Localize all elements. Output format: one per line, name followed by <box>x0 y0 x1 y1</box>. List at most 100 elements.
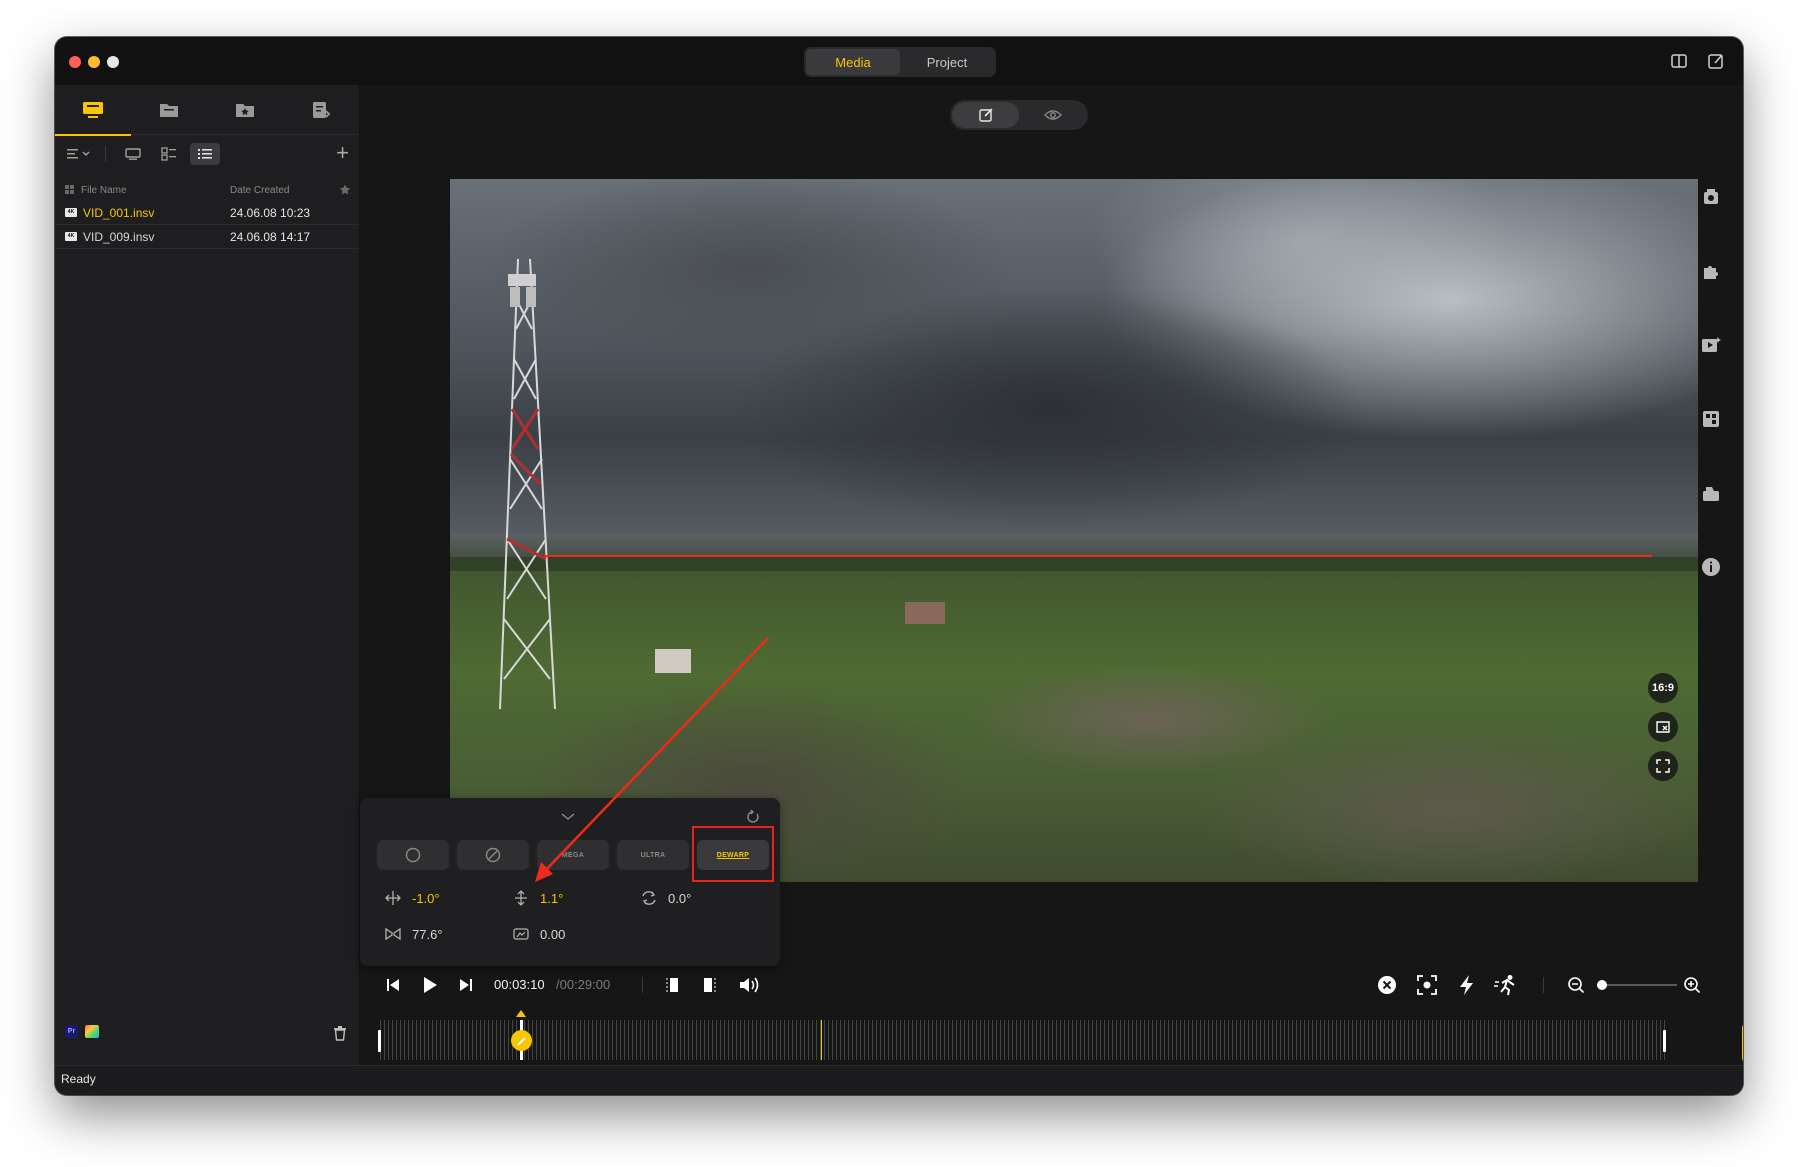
lens-mode-tilted[interactable] <box>457 840 529 870</box>
zoom-out-icon[interactable] <box>1567 976 1585 994</box>
small-building <box>655 649 691 673</box>
preview-mode-button[interactable] <box>1019 102 1086 128</box>
timeline-track[interactable] <box>378 1010 1666 1074</box>
effects-clip-icon[interactable] <box>1700 334 1722 356</box>
roll-value: 0.0° <box>668 890 692 906</box>
file-row[interactable]: 4K VID_001.insv 24.06.08 10:23 <box>55 201 359 225</box>
minimize-window-button[interactable] <box>88 56 100 68</box>
info-icon[interactable] <box>1700 556 1722 578</box>
pan-param[interactable]: -1.0° <box>384 890 440 906</box>
volume-icon[interactable] <box>738 975 760 995</box>
trash-icon[interactable] <box>333 1026 347 1041</box>
export-button[interactable] <box>1742 1023 1743 1063</box>
add-media-button[interactable]: + <box>336 142 349 164</box>
close-window-button[interactable] <box>69 56 81 68</box>
playhead-keyframe-button[interactable] <box>511 1030 532 1051</box>
skip-back-icon[interactable] <box>385 977 401 993</box>
eye-icon <box>1043 110 1062 120</box>
edit-mode-button[interactable] <box>952 102 1019 128</box>
grid-view-button[interactable] <box>154 143 184 165</box>
trim-in-icon[interactable] <box>663 976 681 994</box>
fullscreen-button[interactable] <box>1648 751 1678 781</box>
fullscreen-icon <box>1656 759 1670 773</box>
sidebar-footer: Pr <box>55 1025 359 1065</box>
tab-project[interactable]: Project <box>900 49 994 75</box>
premiere-plugin-icon[interactable]: Pr <box>65 1025 78 1038</box>
4k-badge: 4K <box>65 232 77 241</box>
sidebar-toolbar: + <box>55 135 359 173</box>
ruin-building <box>905 602 945 624</box>
distortion-param[interactable]: 0.00 <box>512 926 565 942</box>
roll-param[interactable]: 0.0° <box>640 890 691 906</box>
trim-start-handle[interactable] <box>378 1030 381 1052</box>
tilt-param[interactable]: 1.1° <box>512 890 563 906</box>
video-preview[interactable]: 16:9 <box>450 179 1698 882</box>
tilt-icon <box>515 890 527 906</box>
keyframe-marker[interactable] <box>821 1020 822 1060</box>
play-icon[interactable] <box>421 976 439 994</box>
trim-end-handle[interactable] <box>1663 1030 1666 1052</box>
zoom-window-button[interactable] <box>107 56 119 68</box>
sort-menu-icon[interactable] <box>65 146 93 162</box>
stabilizer-icon[interactable] <box>1700 482 1722 504</box>
pan-value: -1.0° <box>412 890 440 906</box>
grid-list-icon <box>161 147 176 161</box>
aspect-ratio-button[interactable]: 16:9 <box>1648 673 1678 703</box>
dewarp-highlight-box <box>692 826 774 882</box>
file-row[interactable]: 4K VID_009.insv 24.06.08 14:17 <box>55 225 359 249</box>
flash-speed-icon[interactable] <box>1456 974 1478 996</box>
reset-icon[interactable] <box>745 809 761 825</box>
lens-mode-ultra[interactable]: ULTRA <box>617 840 689 870</box>
tilt-value: 1.1° <box>540 890 564 906</box>
keyframe-edit-icon <box>516 1036 526 1046</box>
favorite-star-icon[interactable] <box>339 184 351 196</box>
zoom-in-icon[interactable] <box>1683 976 1701 994</box>
stormy-sky <box>450 179 1698 549</box>
pan-icon <box>385 891 401 905</box>
titlebar: Media Project <box>55 37 1743 85</box>
track-target-icon[interactable] <box>1416 974 1438 996</box>
crop-reset-button[interactable] <box>1648 712 1678 742</box>
file-name: VID_009.insv <box>83 229 155 244</box>
file-name: VID_001.insv <box>83 205 155 220</box>
clear-effects-icon[interactable] <box>1376 974 1398 996</box>
collapse-chevron-icon[interactable] <box>560 812 576 822</box>
app-window: Media Project + File Name Date Created 4… <box>55 37 1743 1095</box>
roll-icon <box>642 891 656 905</box>
trim-out-icon[interactable] <box>701 976 719 994</box>
export-list-icon <box>313 101 331 118</box>
split-view-icon[interactable] <box>1670 52 1688 70</box>
tab-folders[interactable] <box>131 85 207 135</box>
timeline-ticks <box>380 1020 1665 1060</box>
file-date: 24.06.08 14:17 <box>230 229 311 244</box>
list-view-button[interactable] <box>190 143 220 165</box>
status-bar: Ready <box>55 1065 1743 1095</box>
edit-icon <box>978 108 993 122</box>
fov-param[interactable]: 77.6° <box>384 926 443 942</box>
fov-value: 77.6° <box>412 926 443 942</box>
final-cut-plugin-icon[interactable] <box>85 1025 99 1038</box>
lens-mode-mega[interactable]: MEGA <box>537 840 609 870</box>
circle-lens-icon <box>405 847 421 863</box>
adjust-panel-icon[interactable] <box>1700 408 1722 430</box>
large-thumbnail-view-button[interactable] <box>118 143 148 165</box>
tab-media[interactable]: Media <box>806 49 900 75</box>
horizon-annotation-line <box>544 555 1652 557</box>
plugin-puzzle-icon[interactable] <box>1700 260 1722 282</box>
tab-export-tasks[interactable] <box>283 85 359 135</box>
tab-favorites[interactable] <box>207 85 283 135</box>
monitor-icon <box>83 101 103 118</box>
lens-mode-standard[interactable] <box>377 840 449 870</box>
tab-local-media[interactable] <box>55 85 131 136</box>
radio-tower <box>499 258 556 710</box>
edit-note-icon[interactable] <box>1707 52 1725 70</box>
running-motion-icon[interactable] <box>1494 974 1518 996</box>
zoom-slider-handle[interactable] <box>1597 980 1607 990</box>
camera-icon[interactable] <box>1700 186 1722 208</box>
column-header-file-name[interactable]: File Name <box>81 185 127 196</box>
zoom-slider-track[interactable] <box>1597 984 1677 986</box>
column-header-date-created[interactable]: Date Created <box>230 185 349 196</box>
playhead-marker-icon <box>516 1010 526 1017</box>
select-all-icon[interactable] <box>65 185 75 195</box>
skip-forward-icon[interactable] <box>458 977 474 993</box>
